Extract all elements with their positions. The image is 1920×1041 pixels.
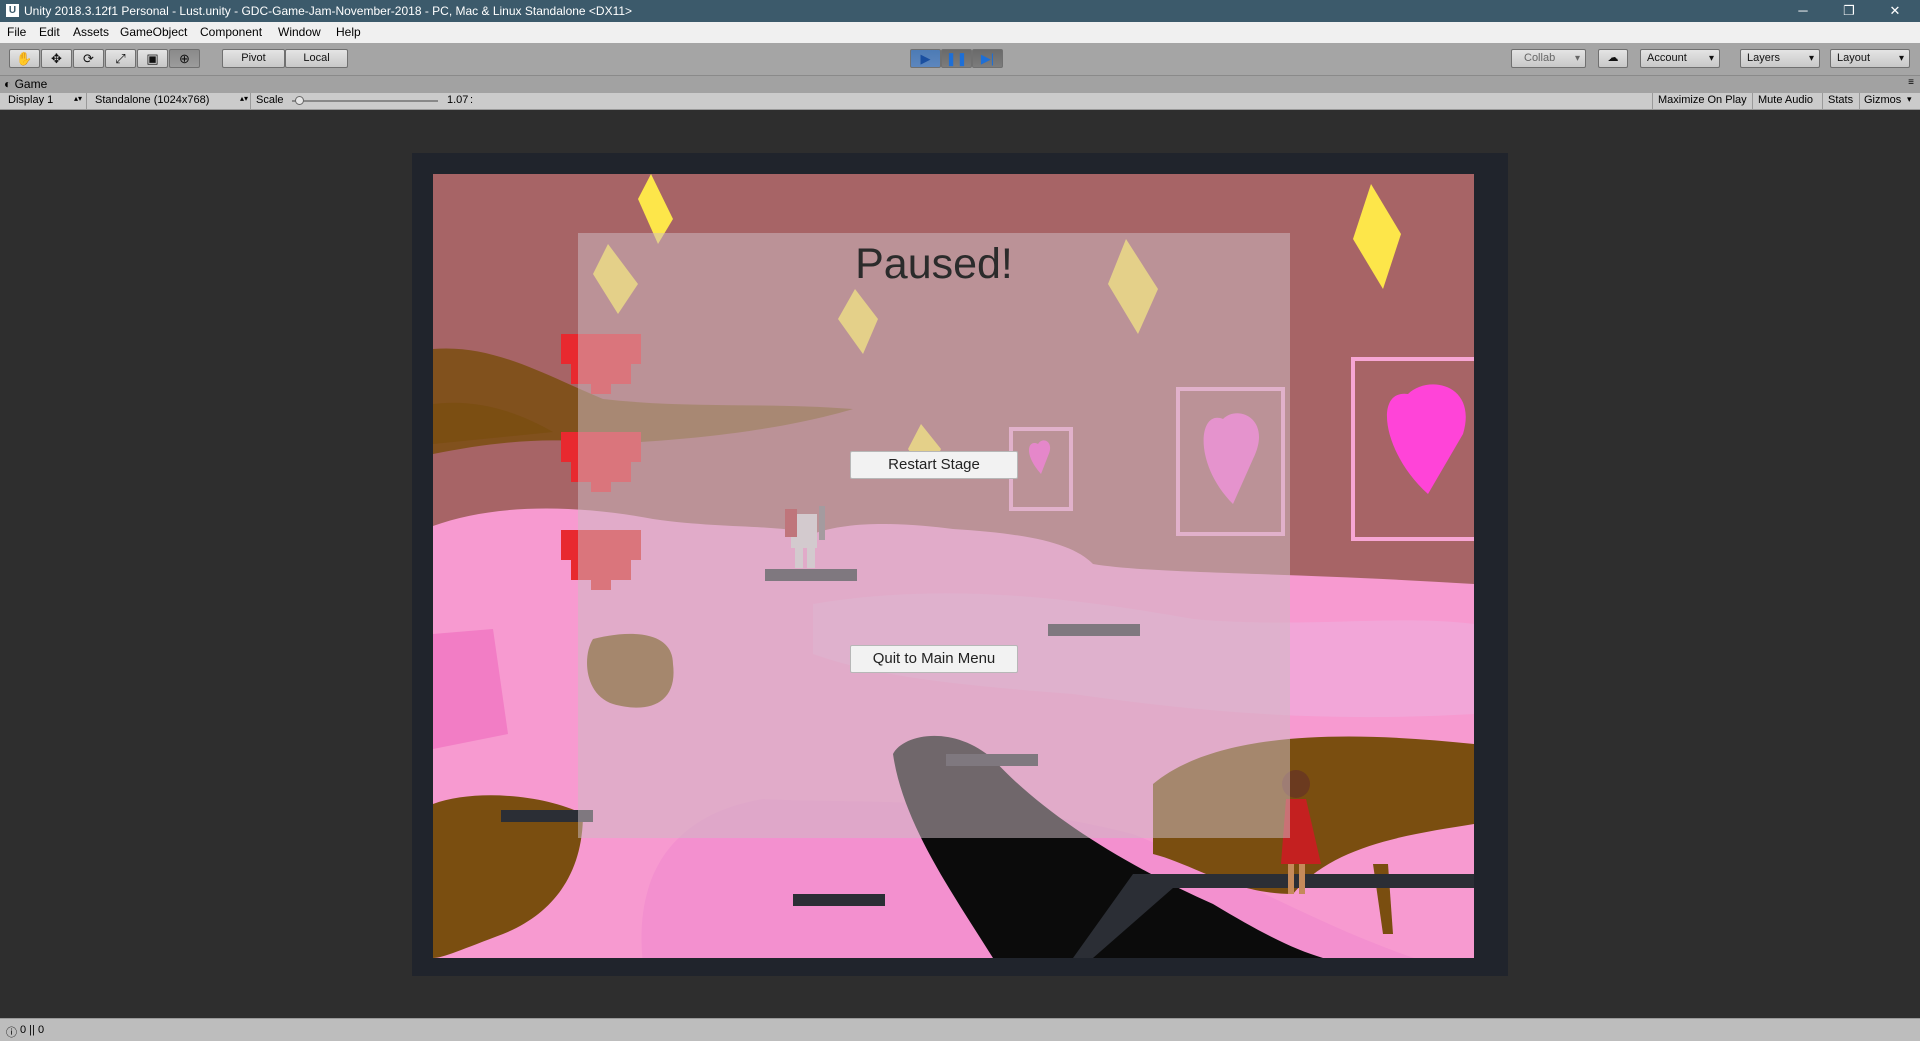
- platform: [793, 894, 885, 906]
- display-dropdown-arrow-icon: ▴▾: [74, 94, 83, 103]
- window-title-bar: U Unity 2018.3.12f1 Personal - Lust.unit…: [0, 0, 1920, 22]
- account-dropdown[interactable]: Account: [1640, 49, 1720, 68]
- collab-dropdown[interactable]: Collab: [1511, 49, 1586, 68]
- gizmos-dropdown[interactable]: Gizmos: [1864, 94, 1901, 106]
- window-title: Unity 2018.3.12f1 Personal - Lust.unity …: [24, 4, 633, 18]
- separator: [1752, 93, 1753, 109]
- stats-toggle[interactable]: Stats: [1828, 94, 1853, 106]
- pink-heart-icon: [1386, 384, 1466, 494]
- gizmos-arrow-icon: ▾: [1907, 94, 1912, 104]
- tab-menu-icon[interactable]: ≡: [1908, 77, 1914, 88]
- game-tab-icon: ◐: [4, 77, 12, 91]
- cloud-icon[interactable]: ☁: [1598, 49, 1628, 68]
- separator: [1822, 93, 1823, 109]
- resolution-dropdown-arrow-icon: ▴▾: [240, 94, 249, 103]
- resolution-dropdown[interactable]: Standalone (1024x768): [95, 94, 209, 106]
- restart-stage-button[interactable]: Restart Stage: [850, 451, 1018, 479]
- paused-title: Paused!: [855, 240, 1013, 288]
- status-text: 0 || 0: [20, 1024, 45, 1036]
- menu-edit[interactable]: Edit: [39, 25, 60, 39]
- game-view-controls: Display 1 ▴▾ Standalone (1024x768) ▴▾ Sc…: [0, 93, 1920, 110]
- separator: [1652, 93, 1653, 109]
- scale-value: 1.07: [447, 94, 469, 106]
- rect-tool-icon[interactable]: ▣: [137, 49, 168, 68]
- menu-gameobject[interactable]: GameObject: [120, 25, 187, 39]
- woman-leg: [1288, 864, 1294, 894]
- game-screen[interactable]: Paused! Restart Stage Quit to Main Menu: [433, 174, 1474, 958]
- woman-leg: [1299, 864, 1305, 894]
- menu-bar: File Edit Assets GameObject Component Wi…: [0, 22, 1920, 43]
- menu-component[interactable]: Component: [200, 25, 262, 39]
- maximize-on-play-toggle[interactable]: Maximize On Play: [1658, 94, 1747, 106]
- scale-slider-thumb[interactable]: [295, 96, 305, 105]
- separator: [250, 93, 251, 109]
- unity-logo-icon: U: [6, 4, 19, 17]
- scale-colon: :: [470, 94, 474, 106]
- menu-file[interactable]: File: [7, 25, 26, 39]
- quit-to-main-menu-button[interactable]: Quit to Main Menu: [850, 645, 1018, 673]
- info-icon: ⓘ: [6, 1027, 17, 1039]
- display-dropdown[interactable]: Display 1: [8, 94, 53, 106]
- separator: [1859, 93, 1860, 109]
- transform-tool-icon[interactable]: ⊕: [169, 49, 200, 68]
- separator: [86, 93, 87, 109]
- pause-button[interactable]: ❚❚: [941, 49, 972, 68]
- step-button[interactable]: ▶|: [972, 49, 1003, 68]
- pivot-toggle[interactable]: Pivot: [222, 49, 285, 68]
- main-toolbar: ✋ ✥ ⟳ ⤢ ▣ ⊕ Pivot Local ▶ ❚❚ ▶| Collab ☁…: [0, 43, 1920, 76]
- minimize-button[interactable]: ─: [1780, 0, 1826, 22]
- tab-game[interactable]: ◐ Game: [4, 76, 74, 93]
- layout-dropdown[interactable]: Layout: [1830, 49, 1910, 68]
- move-tool-icon[interactable]: ✥: [41, 49, 72, 68]
- game-tab-label: Game: [14, 77, 48, 91]
- scale-slider-track[interactable]: [292, 100, 438, 102]
- play-button[interactable]: ▶: [910, 49, 941, 68]
- scale-label: Scale: [256, 94, 284, 106]
- game-tab-row: ◐ Game ≡: [0, 76, 1920, 93]
- status-bar: ⓘ 0 || 0: [0, 1018, 1920, 1041]
- hand-tool-icon[interactable]: ✋: [9, 49, 40, 68]
- restore-button[interactable]: ❐: [1826, 0, 1872, 22]
- menu-window[interactable]: Window: [278, 25, 321, 39]
- yellow-gem: [1353, 184, 1401, 289]
- menu-assets[interactable]: Assets: [73, 25, 109, 39]
- close-button[interactable]: ✕: [1872, 0, 1918, 22]
- scale-tool-icon[interactable]: ⤢: [105, 49, 136, 68]
- pause-menu: Paused! Restart Stage Quit to Main Menu: [578, 233, 1290, 838]
- layers-dropdown[interactable]: Layers: [1740, 49, 1820, 68]
- menu-help[interactable]: Help: [336, 25, 361, 39]
- rotate-tool-icon[interactable]: ⟳: [73, 49, 104, 68]
- mute-audio-toggle[interactable]: Mute Audio: [1758, 94, 1813, 106]
- local-toggle[interactable]: Local: [285, 49, 348, 68]
